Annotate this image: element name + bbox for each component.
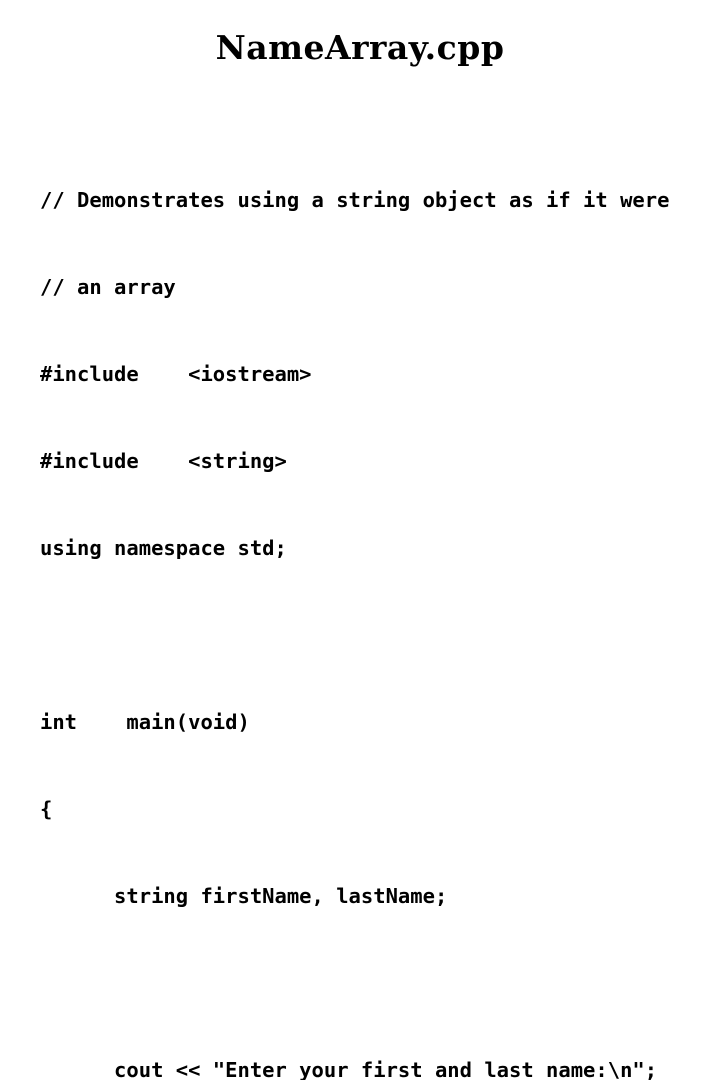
code-line: // Demonstrates using a string object as… xyxy=(40,188,670,212)
code-line: { xyxy=(40,797,53,821)
code-line: string firstName, lastName; xyxy=(40,884,448,908)
code-line: using namespace std; xyxy=(40,536,287,560)
code-line: #include <iostream> xyxy=(40,362,312,386)
code-line: #include <string> xyxy=(40,449,287,473)
code-line: int main(void) xyxy=(40,710,250,734)
page-title: NameArray.cpp xyxy=(215,28,505,67)
code-line: // an array xyxy=(40,275,176,299)
code-listing: // Demonstrates using a string object as… xyxy=(40,128,700,1080)
code-line: cout << "Enter your first and last name:… xyxy=(40,1058,658,1080)
slide-canvas: NameArray.cpp // Demonstrates using a st… xyxy=(0,0,720,1080)
